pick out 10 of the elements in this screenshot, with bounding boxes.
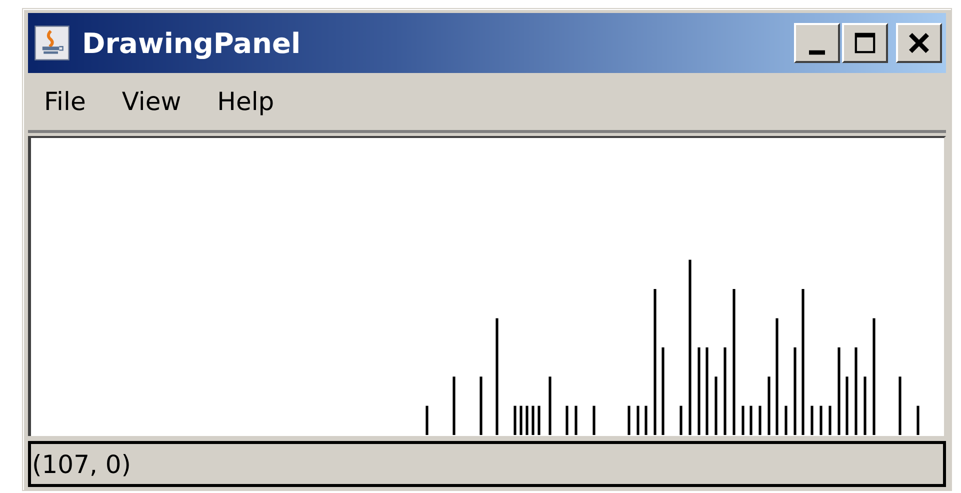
menu-item[interactable]: View [116,87,202,116]
maximize-button[interactable] [842,23,888,64]
window-title: DrawingPanel [82,26,302,60]
menu-item[interactable]: Help [211,87,294,116]
close-button[interactable] [896,23,942,64]
status-text: (107, 0) [32,450,132,478]
minimize-button[interactable] [794,23,840,64]
menu-item[interactable]: File [38,87,106,116]
minimize-icon [809,50,825,55]
coffee-cup-icon [34,25,70,62]
